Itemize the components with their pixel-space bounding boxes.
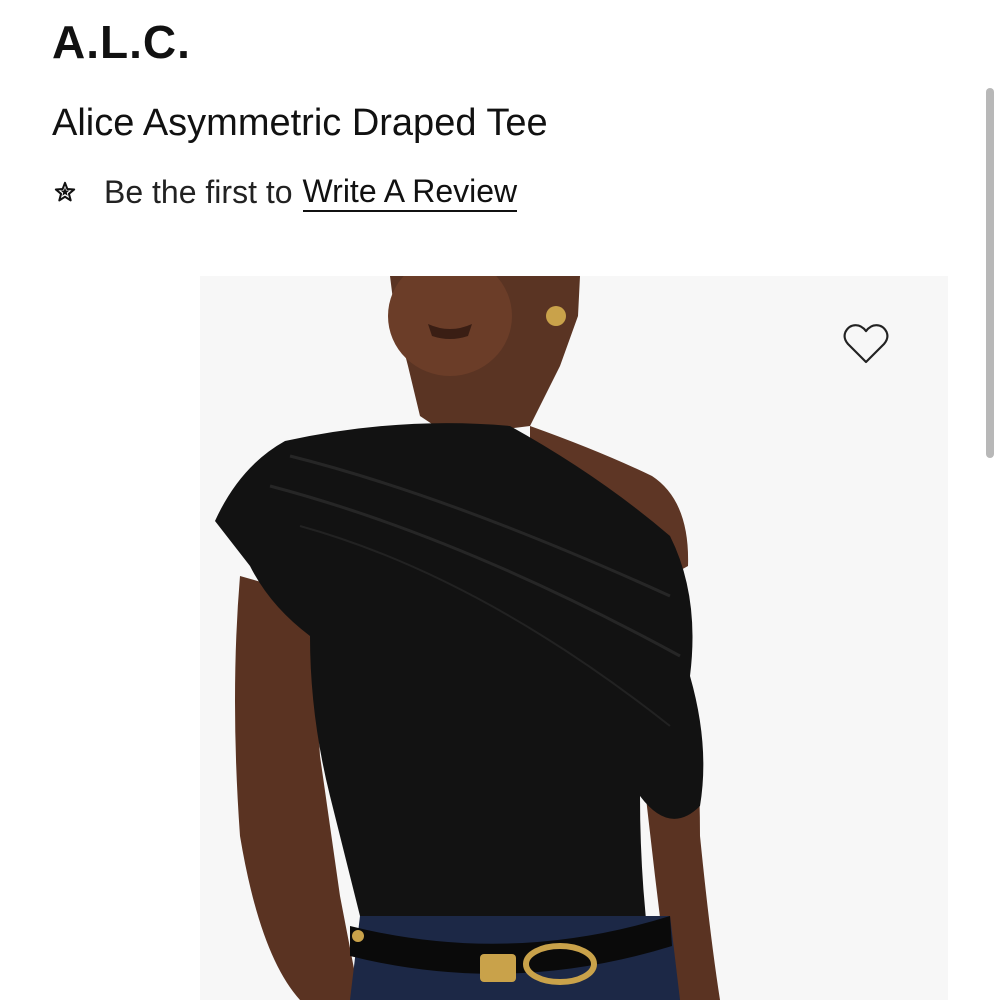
product-photo <box>200 276 948 1000</box>
heart-icon <box>843 324 889 364</box>
review-row: Be the first to Write A Review <box>52 170 518 214</box>
product-page: A.L.C. Alice Asymmetric Draped Tee Be th… <box>0 0 1000 1000</box>
star-icon <box>52 179 78 205</box>
review-prompt-text: Be the first to <box>104 173 293 210</box>
product-image[interactable] <box>200 276 948 1000</box>
wishlist-button[interactable] <box>836 314 896 374</box>
product-title: Alice Asymmetric Draped Tee <box>52 102 548 144</box>
scrollbar-thumb[interactable] <box>986 88 994 458</box>
write-review-link[interactable]: Write A Review <box>302 172 518 212</box>
brand-name[interactable]: A.L.C. <box>52 14 191 70</box>
